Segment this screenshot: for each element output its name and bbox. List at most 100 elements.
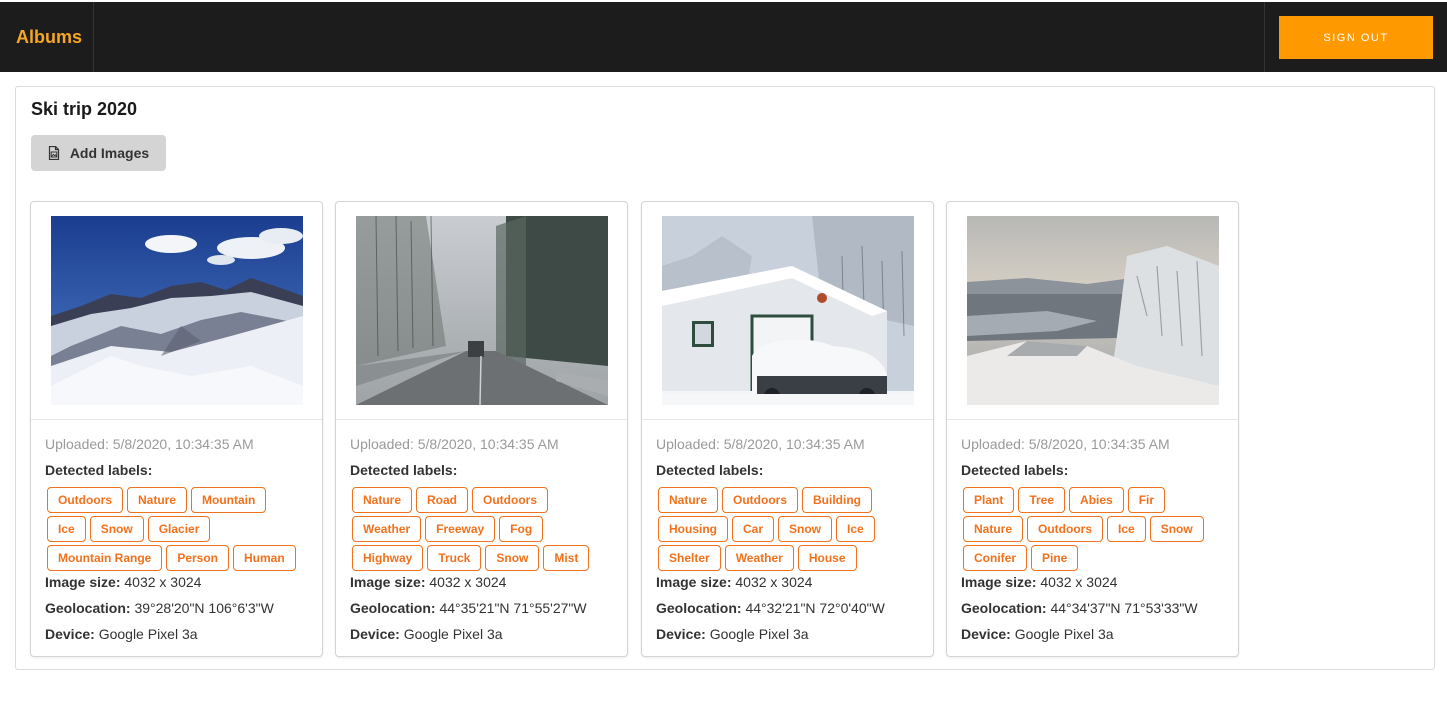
device-value: Google Pixel 3a	[98, 626, 198, 642]
tag-label[interactable]: Tree	[1018, 487, 1066, 513]
tag-label[interactable]: Highway	[352, 545, 424, 571]
image-size-label: Image size:	[350, 574, 426, 590]
mountain-photo[interactable]	[51, 216, 303, 405]
add-images-button[interactable]: Add Images	[31, 135, 166, 171]
device-row: Device: Google Pixel 3a	[45, 626, 198, 642]
tag-label[interactable]: Ice	[47, 516, 86, 542]
geolocation-value: 39°28'20"N 106°6'3"W	[134, 600, 274, 616]
geolocation-label: Geolocation:	[961, 600, 1047, 616]
tag-label[interactable]: Housing	[658, 516, 728, 542]
tag-label[interactable]: Snow	[1149, 516, 1204, 542]
album-panel: Ski trip 2020 Add Images Uploaded: 5/8/2…	[15, 86, 1435, 670]
tag-label[interactable]: Nature	[658, 487, 719, 513]
device-row: Device: Google Pixel 3a	[961, 626, 1114, 642]
tag-list: Nature Outdoors Building Housing Car Sno…	[656, 486, 922, 573]
image-wrapper	[642, 202, 933, 420]
uploaded-timestamp: Uploaded: 5/8/2020, 10:34:35 AM	[961, 436, 1170, 452]
add-images-label: Add Images	[69, 145, 150, 161]
tag-label[interactable]: Weather	[724, 545, 794, 571]
tag-label[interactable]: Mist	[543, 545, 590, 571]
tag-label[interactable]: Abies	[1069, 487, 1124, 513]
tag-label[interactable]: Mountain Range	[47, 545, 163, 571]
device-value: Google Pixel 3a	[1014, 626, 1114, 642]
image-size-value: 4032 x 3024	[735, 574, 813, 590]
uploaded-timestamp: Uploaded: 5/8/2020, 10:34:35 AM	[656, 436, 865, 452]
device-row: Device: Google Pixel 3a	[656, 626, 809, 642]
top-bar: Albums SIGN OUT	[0, 0, 1447, 72]
detected-labels-heading: Detected labels:	[656, 462, 764, 478]
device-label: Device:	[656, 626, 706, 642]
tag-label[interactable]: Plant	[963, 487, 1015, 513]
image-size-row: Image size: 4032 x 3024	[350, 574, 506, 590]
geolocation-row: Geolocation: 39°28'20"N 106°6'3"W	[45, 600, 274, 616]
geolocation-label: Geolocation:	[45, 600, 131, 616]
tag-label[interactable]: Car	[732, 516, 775, 542]
tag-label[interactable]: Nature	[127, 487, 188, 513]
image-size-label: Image size:	[45, 574, 121, 590]
detected-labels-heading: Detected labels:	[961, 462, 1069, 478]
foggy-road-photo[interactable]	[356, 216, 608, 405]
tag-label[interactable]: Person	[166, 545, 230, 571]
tag-label[interactable]: Outdoors	[47, 487, 123, 513]
tag-label[interactable]: Building	[802, 487, 873, 513]
tag-label[interactable]: Human	[233, 545, 296, 571]
image-size-label: Image size:	[656, 574, 732, 590]
tag-label[interactable]: Fir	[1127, 487, 1166, 513]
device-value: Google Pixel 3a	[403, 626, 503, 642]
tag-label[interactable]: Outdoors	[472, 487, 549, 513]
tag-label[interactable]: Fog	[499, 516, 544, 542]
geolocation-label: Geolocation:	[656, 600, 742, 616]
tag-label[interactable]: Snow	[778, 516, 833, 542]
image-size-value: 4032 x 3024	[1040, 574, 1118, 590]
image-size-row: Image size: 4032 x 3024	[961, 574, 1117, 590]
tag-label[interactable]: Pine	[1031, 545, 1079, 571]
tag-label[interactable]: Weather	[352, 516, 422, 542]
detected-labels-heading: Detected labels:	[350, 462, 458, 478]
image-size-label: Image size:	[961, 574, 1037, 590]
tag-label[interactable]: Snow	[89, 516, 144, 542]
tag-label[interactable]: Snow	[485, 545, 540, 571]
tag-label[interactable]: Ice	[1107, 516, 1146, 542]
sign-out-button[interactable]: SIGN OUT	[1279, 16, 1433, 59]
tag-label[interactable]: Glacier	[147, 516, 211, 542]
topbar-right-section: SIGN OUT	[1264, 2, 1447, 72]
tag-label[interactable]: Conifer	[963, 545, 1027, 571]
detected-labels-heading: Detected labels:	[45, 462, 153, 478]
device-label: Device:	[961, 626, 1011, 642]
device-label: Device:	[350, 626, 400, 642]
tag-label[interactable]: Nature	[963, 516, 1024, 542]
uploaded-timestamp: Uploaded: 5/8/2020, 10:34:35 AM	[350, 436, 559, 452]
image-wrapper	[336, 202, 627, 420]
image-wrapper	[947, 202, 1238, 420]
image-size-row: Image size: 4032 x 3024	[45, 574, 201, 590]
brand-title[interactable]: Albums	[0, 2, 94, 72]
tag-list: Nature Road Outdoors Weather Freeway Fog…	[350, 486, 616, 573]
device-value: Google Pixel 3a	[709, 626, 809, 642]
album-title: Ski trip 2020	[31, 99, 138, 119]
tag-label[interactable]: Road	[416, 487, 469, 513]
geolocation-value: 44°34'37"N 71°53'33"W	[1050, 600, 1198, 616]
tag-list: Outdoors Nature Mountain Ice Snow Glacie…	[45, 486, 311, 573]
image-size-value: 4032 x 3024	[429, 574, 507, 590]
tag-label[interactable]: Outdoors	[1027, 516, 1104, 542]
tag-label[interactable]: Mountain	[191, 487, 267, 513]
image-card: Uploaded: 5/8/2020, 10:34:35 AM Detected…	[30, 201, 323, 657]
tag-label[interactable]: Outdoors	[722, 487, 799, 513]
device-label: Device:	[45, 626, 95, 642]
tag-label[interactable]: Freeway	[425, 516, 496, 542]
tag-label[interactable]: Shelter	[658, 545, 721, 571]
geolocation-label: Geolocation:	[350, 600, 436, 616]
device-row: Device: Google Pixel 3a	[350, 626, 503, 642]
tag-label[interactable]: House	[797, 545, 857, 571]
snowy-garage-photo[interactable]	[662, 216, 914, 405]
image-card: Uploaded: 5/8/2020, 10:34:35 AM Detected…	[946, 201, 1239, 657]
geolocation-row: Geolocation: 44°34'37"N 71°53'33"W	[961, 600, 1198, 616]
tag-label[interactable]: Truck	[427, 545, 482, 571]
ski-slope-photo[interactable]	[967, 216, 1219, 405]
image-wrapper	[31, 202, 322, 420]
image-size-value: 4032 x 3024	[124, 574, 202, 590]
uploaded-timestamp: Uploaded: 5/8/2020, 10:34:35 AM	[45, 436, 254, 452]
tag-label[interactable]: Nature	[352, 487, 413, 513]
tag-label[interactable]: Ice	[836, 516, 875, 542]
image-size-row: Image size: 4032 x 3024	[656, 574, 812, 590]
